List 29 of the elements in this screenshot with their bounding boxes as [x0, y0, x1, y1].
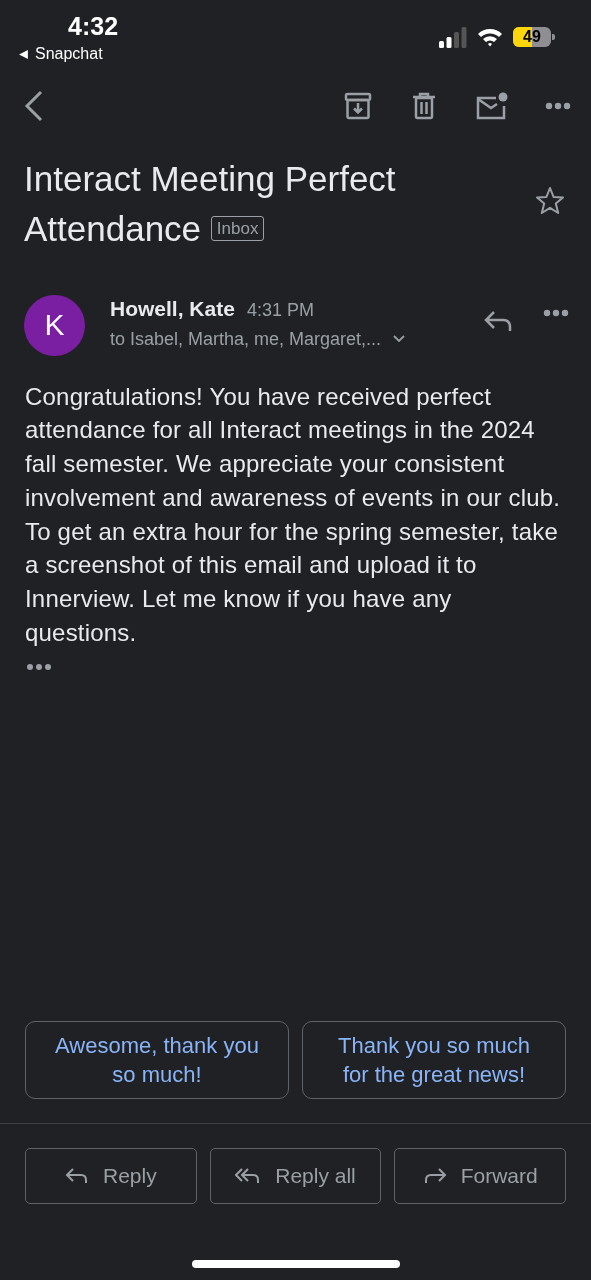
back-to-app-link[interactable]: Snapchat: [18, 45, 103, 63]
smart-reply-button[interactable]: Awesome, thank you so much!: [25, 1021, 289, 1099]
avatar: K: [24, 294, 85, 356]
signal-icon: [439, 26, 467, 48]
reply-all-button[interactable]: Reply all: [209, 1148, 382, 1204]
back-button[interactable]: [24, 90, 44, 122]
reply-button[interactable]: Reply: [25, 1148, 197, 1204]
show-trimmed-icon[interactable]: [26, 663, 52, 672]
chevron-down-icon: [393, 335, 406, 344]
smart-reply-button[interactable]: Thank you so much for the great news!: [302, 1021, 566, 1099]
reply-icon: [65, 1167, 89, 1185]
back-triangle-icon: [18, 48, 29, 60]
forward-button[interactable]: Forward: [394, 1148, 566, 1204]
email-subject: Interact Meeting Perfect Attendance $^{Inbox}$: [24, 158, 397, 250]
message-time: 4:31 PM: [246, 299, 314, 321]
archive-icon[interactable]: [343, 91, 373, 121]
email-body: Congratulations! You have received perfect attendance for all Interact meetings in the 2024 fall semester. We appreciate your consistent involvement and awareness of events in our club. To get an extra hour for the spring semester, take a screenshot of this email and upload it to Innerview. Let me know if you have any questions.: [25, 381, 562, 648]
more-icon[interactable]: [543, 308, 569, 317]
reply-all-icon: [235, 1167, 262, 1185]
sender-name: Howell, Kate: [110, 296, 235, 321]
recipients-dropdown[interactable]: to Isabel, Martha, me, Margaret,...: [110, 328, 406, 350]
forward-icon: [422, 1167, 447, 1185]
wifi-icon: [477, 27, 503, 47]
more-icon[interactable]: [545, 102, 571, 110]
mail-icon[interactable]: [475, 91, 509, 121]
clock: 4:32: [68, 12, 119, 41]
inbox-label[interactable]: Inbox: [210, 215, 265, 241]
reply-icon[interactable]: [483, 308, 513, 333]
star-icon[interactable]: [535, 186, 565, 216]
